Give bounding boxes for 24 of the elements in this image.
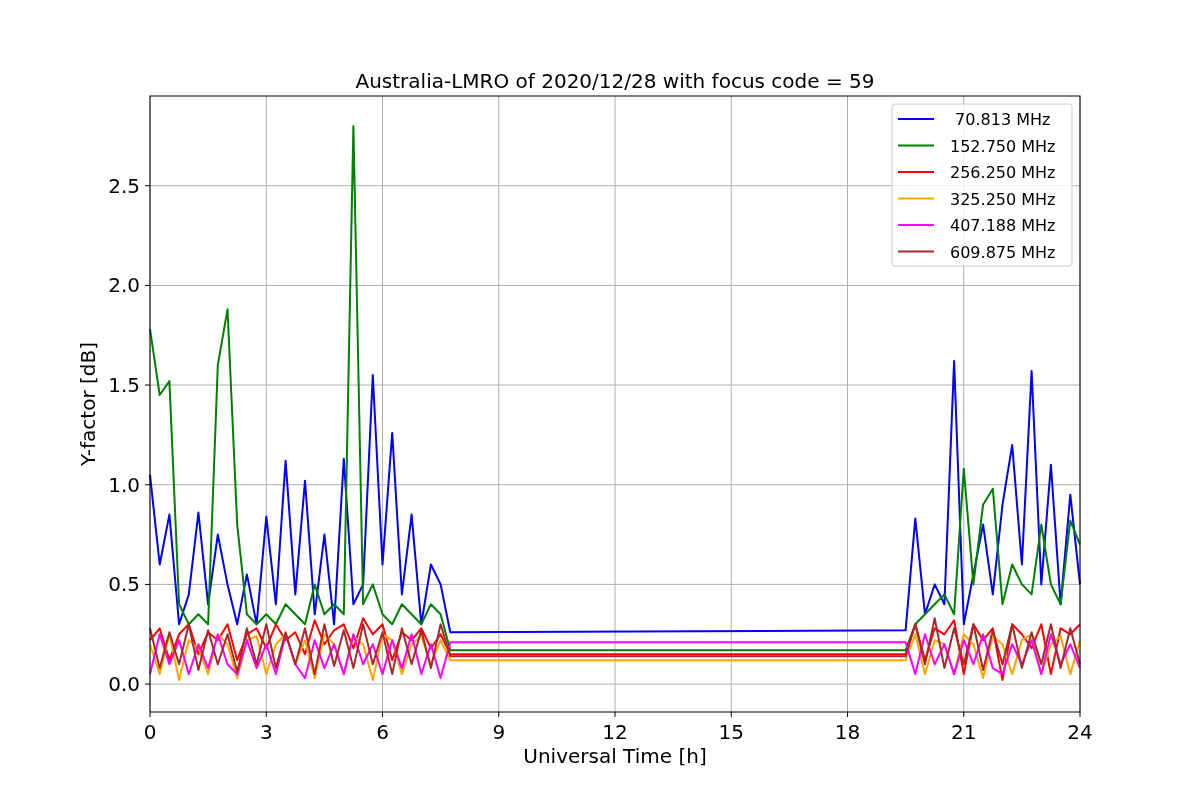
x-tick-label: 18 bbox=[834, 720, 861, 744]
x-tick-label: 24 bbox=[1067, 720, 1093, 744]
x-axis-label: Universal Time [h] bbox=[523, 744, 707, 768]
x-tick-label: 3 bbox=[259, 720, 273, 744]
y-tick-label: 0.5 bbox=[108, 572, 140, 597]
y-tick-label: 1.5 bbox=[108, 373, 140, 398]
legend-label: 256.250 MHz bbox=[950, 163, 1056, 182]
legend-label: 325.250 MHz bbox=[950, 189, 1056, 209]
x-tick-label: 15 bbox=[718, 720, 744, 744]
y-tick-label: 2.0 bbox=[108, 273, 140, 298]
y-tick-label: 0.0 bbox=[108, 672, 140, 697]
legend-label: 152.750 MHz bbox=[950, 136, 1056, 156]
x-tick-label: 6 bbox=[376, 720, 389, 744]
x-tick-label: 21 bbox=[951, 720, 977, 744]
legend-label: 70.813 MHz bbox=[955, 110, 1051, 129]
x-tick-label: 12 bbox=[602, 720, 628, 744]
x-tick-label: 9 bbox=[492, 720, 506, 744]
chart-title: Australia-LMRO of 2020/12/28 with focus code = 59 bbox=[355, 69, 875, 93]
y-axis-label: Y-factor [dB] bbox=[76, 342, 100, 466]
legend-label: 407.188 MHz bbox=[950, 216, 1056, 235]
y-tick-label: 1.0 bbox=[108, 472, 140, 497]
x-tick-label: 0 bbox=[143, 720, 157, 744]
y-tick-label: 2.5 bbox=[108, 173, 140, 198]
legend-label: 609.875 MHz bbox=[950, 242, 1056, 262]
